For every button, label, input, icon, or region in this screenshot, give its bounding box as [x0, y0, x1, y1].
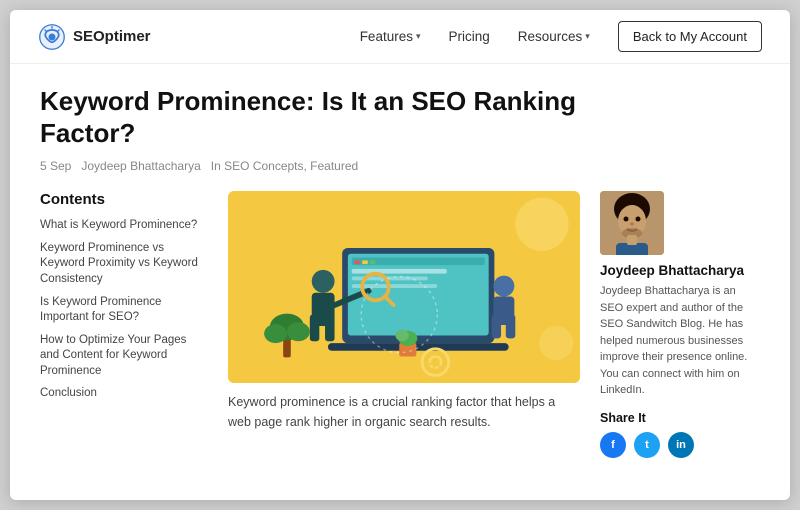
list-item: How to Optimize Your Pages and Content f…	[40, 333, 208, 380]
author-bio: Joydeep Bhattacharya is an SEO expert an…	[600, 283, 760, 399]
share-twitter-button[interactable]: t	[634, 432, 660, 458]
list-item: Keyword Prominence vs Keyword Proximity …	[40, 241, 208, 288]
article-meta: 5 Sep Joydeep Bhattacharya In SEO Concep…	[40, 159, 760, 173]
author-name: Joydeep Bhattacharya	[600, 263, 760, 278]
logo-icon	[38, 23, 66, 51]
list-item: What is Keyword Prominence?	[40, 218, 208, 234]
logo-text: SEOptimer	[73, 28, 151, 45]
browser-frame: SEOptimer Features ▾ Pricing Resources ▾…	[10, 10, 790, 500]
main-layout: Contents What is Keyword Prominence? Key…	[40, 191, 760, 458]
meta-date: 5 Sep	[40, 159, 71, 173]
toc-list: What is Keyword Prominence? Keyword Prom…	[40, 218, 208, 401]
nav-links: Features ▾ Pricing Resources ▾	[350, 23, 600, 50]
toc-title: Contents	[40, 191, 208, 208]
list-item: Is Keyword Prominence Important for SEO?	[40, 295, 208, 326]
toc-link-2[interactable]: Keyword Prominence vs Keyword Proximity …	[40, 241, 208, 288]
back-to-account-button[interactable]: Back to My Account	[618, 21, 762, 52]
share-facebook-button[interactable]: f	[600, 432, 626, 458]
share-linkedin-button[interactable]: in	[668, 432, 694, 458]
table-of-contents: Contents What is Keyword Prominence? Key…	[40, 191, 208, 408]
hero-image	[228, 191, 580, 383]
author-photo	[600, 191, 664, 255]
toc-link-4[interactable]: How to Optimize Your Pages and Content f…	[40, 333, 208, 380]
meta-category: In SEO Concepts, Featured	[211, 159, 358, 173]
article-intro: Keyword prominence is a crucial ranking …	[228, 393, 580, 432]
toc-link-3[interactable]: Is Keyword Prominence Important for SEO?	[40, 295, 208, 326]
navbar: SEOptimer Features ▾ Pricing Resources ▾…	[10, 10, 790, 64]
article-title: Keyword Prominence: Is It an SEO Ranking…	[40, 86, 620, 149]
article-content: Keyword Prominence: Is It an SEO Ranking…	[10, 64, 790, 478]
nav-features[interactable]: Features ▾	[350, 23, 431, 50]
nav-resources[interactable]: Resources ▾	[508, 23, 600, 50]
features-chevron-icon: ▾	[416, 31, 421, 42]
author-sidebar: Joydeep Bhattacharya Joydeep Bhattachary…	[600, 191, 760, 458]
center-section: Keyword prominence is a crucial ranking …	[228, 191, 580, 432]
toc-link-1[interactable]: What is Keyword Prominence?	[40, 218, 208, 234]
meta-author: Joydeep Bhattacharya	[81, 159, 200, 173]
nav-pricing[interactable]: Pricing	[439, 23, 500, 50]
share-icons: f t in	[600, 432, 760, 458]
resources-chevron-icon: ▾	[585, 31, 590, 42]
share-title: Share It	[600, 411, 760, 425]
toc-link-5[interactable]: Conclusion	[40, 386, 208, 402]
list-item: Conclusion	[40, 386, 208, 402]
logo-link[interactable]: SEOptimer	[38, 23, 151, 51]
